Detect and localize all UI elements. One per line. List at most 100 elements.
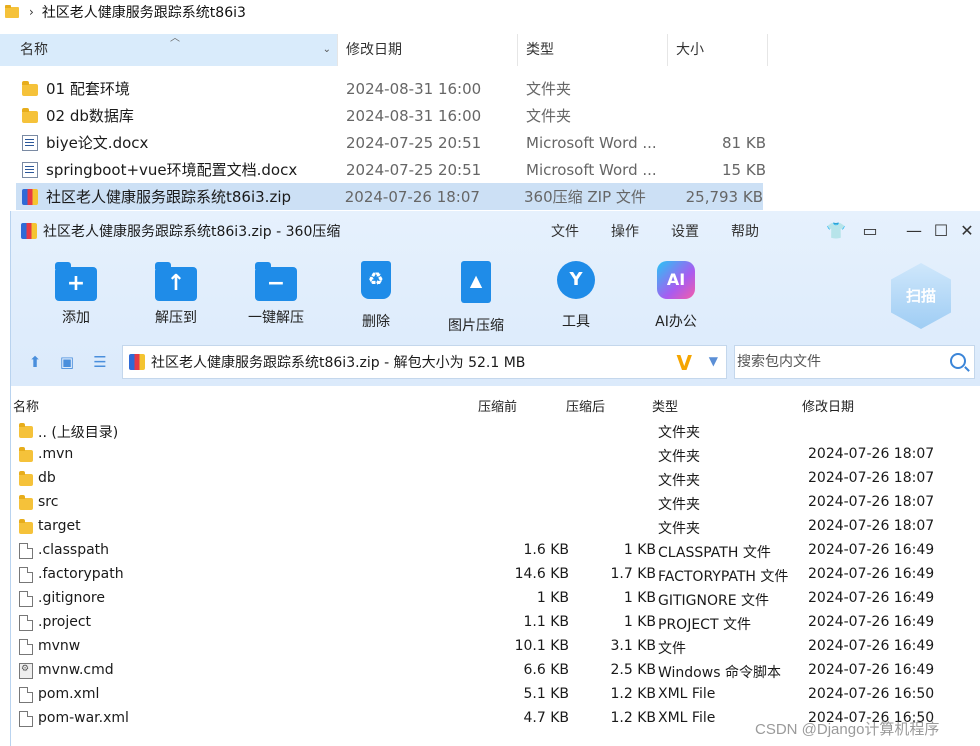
extract-to-button[interactable]: ↑ 解压到 [136, 261, 216, 327]
search-input[interactable] [737, 346, 937, 378]
folder-icon [19, 495, 33, 510]
explorer-address-bar[interactable]: › 社区老人健康服务跟踪系统t86i3 [0, 0, 980, 24]
one-click-extract-button[interactable]: − 一键解压 [236, 261, 316, 327]
explorer-row[interactable]: 02 db数据库 2024-08-31 16:00 文件夹 [16, 102, 766, 129]
archive-cell-type: 文件夹 [658, 473, 700, 489]
file-icon [19, 711, 33, 727]
archive-cell-date: 2024-07-26 16:49 [808, 590, 935, 606]
ai-office-button[interactable]: AI AI办公 [636, 261, 716, 331]
menu-file[interactable]: 文件 [551, 221, 579, 241]
image-compress-button[interactable]: ▲ 图片压缩 [436, 261, 516, 335]
archive-cell-before: 1 KB [536, 590, 569, 606]
archive-cell-name: target [38, 518, 81, 534]
folder-icon [19, 471, 33, 486]
explorer-column-header: ︿ 名称 ⌄ 修改日期 类型 大小 [0, 33, 770, 66]
archive-row[interactable]: mvnw.cmd 6.6 KB 2.5 KBWindows 命令脚本 2024-07-… [11, 659, 980, 683]
tools-button[interactable]: Y 工具 [536, 261, 616, 331]
list-view-icon[interactable]: ☰ [90, 353, 110, 371]
view-icon[interactable]: ▣ [57, 353, 77, 371]
archive-cell-before: 10.1 KB [514, 638, 569, 654]
close-button[interactable]: ✕ [956, 219, 978, 241]
explorer-row[interactable]: 社区老人健康服务跟踪系统t86i3.zip 2024-07-26 18:07 360… [16, 183, 763, 210]
archive-row[interactable]: .. (上级目录) 文件夹 [11, 419, 980, 443]
archive-cell-before: 5.1 KB [523, 686, 570, 702]
explorer-cell-name: 02 db数据库 [46, 107, 134, 125]
column-date[interactable]: 修改日期 [802, 396, 854, 415]
menu-help[interactable]: 帮助 [731, 221, 759, 241]
archive-row[interactable]: .mvn 文件夹 2024-07-26 18:07 [11, 443, 980, 467]
archive-row[interactable]: .gitignore 1 KB 1 KB GITIGNORE 文件 2024-07-26… [11, 587, 980, 611]
archive-row[interactable]: .project 1.1 KB 1 KB PROJECT 文件 2024-07-26 1… [11, 611, 980, 635]
archive-address-bar[interactable]: 社区老人健康服务跟踪系统t86i3.zip - 解包大小为 52.1 MB V … [122, 345, 727, 379]
column-before[interactable]: 压缩前 [478, 396, 517, 415]
explorer-file-list: 01 配套环境 2024-08-31 16:00 文件夹 02 db数据库 2024-0… [16, 75, 766, 210]
column-date[interactable]: 修改日期 [338, 34, 518, 66]
add-icon: + [55, 262, 97, 301]
one-click-extract-label: 一键解压 [248, 310, 304, 326]
sort-up-icon: ︿ [170, 33, 180, 44]
archive-cell-type: GITIGNORE 文件 [658, 593, 770, 609]
explorer-cell-type: Microsoft Word ... [526, 133, 657, 152]
archive-row[interactable]: target 文件夹 2024-07-26 18:07 [11, 515, 980, 539]
column-name-label: 名称 [20, 42, 48, 58]
zip-app-icon [21, 223, 37, 239]
archive-row[interactable]: pom.xml 5.1 KB 1.2 KB XML File 2024-07-26 16… [11, 683, 980, 707]
folder-icon [19, 447, 33, 462]
explorer-cell-type: 文件夹 [526, 107, 572, 125]
column-name[interactable]: ︿ 名称 ⌄ [0, 33, 338, 66]
archive-row[interactable]: db 文件夹 2024-07-26 18:07 [11, 467, 980, 491]
archive-row[interactable]: src 文件夹 2024-07-26 18:07 [11, 491, 980, 515]
explorer-row[interactable]: springboot+vue环境配置文档.docx 2024-07-25 20:5… [16, 156, 766, 183]
archive-cell-date: 2024-07-26 16:49 [808, 638, 935, 654]
archive-cell-type: 文件夹 [658, 521, 700, 537]
menu-settings[interactable]: 设置 [671, 221, 699, 241]
column-after[interactable]: 压缩后 [566, 396, 605, 415]
search-icon[interactable] [950, 353, 966, 369]
explorer-path: 社区老人健康服务跟踪系统t86i3 [41, 5, 246, 21]
archive-cell-name: pom-war.xml [38, 710, 129, 726]
feedback-icon[interactable]: ▭ [859, 219, 881, 241]
archive-cell-after: 1 KB [623, 542, 656, 558]
maximize-button[interactable]: ☐ [930, 219, 952, 241]
extract-to-icon: ↑ [155, 262, 197, 301]
archive-cell-type: 文件夹 [658, 425, 700, 441]
folder-icon [22, 108, 38, 123]
archive-cell-name: .gitignore [38, 590, 105, 606]
delete-button[interactable]: ♻ 删除 [336, 261, 416, 331]
column-type[interactable]: 类型 [652, 396, 678, 415]
dropdown-arrow-icon[interactable]: ▼ [709, 354, 718, 368]
explorer-cell-date: 2024-08-31 16:00 [346, 106, 482, 125]
archive-cell-type: CLASSPATH 文件 [658, 545, 771, 561]
column-name[interactable]: 名称 [13, 396, 39, 415]
archive-row[interactable]: mvnw 10.1 KB 3.1 KB 文件 2024-07-26 16:49 [11, 635, 980, 659]
column-type[interactable]: 类型 [518, 34, 668, 66]
v-logo-icon[interactable]: V [677, 351, 692, 375]
folder-icon [22, 81, 38, 96]
menu-operate[interactable]: 操作 [611, 221, 639, 241]
word-doc-icon [22, 134, 38, 151]
up-arrow-icon[interactable]: ⬆ [25, 353, 45, 371]
chevron-right-icon[interactable]: › [29, 5, 34, 19]
tools-icon: Y [557, 261, 595, 299]
column-size[interactable]: 大小 [668, 34, 768, 66]
ai-office-icon: AI [657, 261, 695, 299]
minimize-button[interactable]: — [903, 219, 925, 241]
skin-icon[interactable]: 👕 [825, 219, 847, 241]
archive-cell-date: 2024-07-26 18:07 [808, 446, 935, 462]
chevron-down-icon[interactable]: ⌄ [323, 34, 331, 66]
archive-row[interactable]: .factorypath 14.6 KB 1.7 KB FACTORYPATH 文件 2… [11, 563, 980, 587]
explorer-row[interactable]: biye论文.docx 2024-07-25 20:51 Microsoft Wor… [16, 129, 766, 156]
add-button[interactable]: + 添加 [36, 261, 116, 327]
folder-icon [19, 423, 33, 438]
explorer-cell-size: 25,793 KB [685, 187, 763, 206]
file-icon [19, 639, 33, 655]
archive-cell-name: mvnw.cmd [38, 662, 114, 678]
explorer-cell-type: 文件夹 [526, 80, 572, 98]
explorer-row[interactable]: 01 配套环境 2024-08-31 16:00 文件夹 [16, 75, 766, 102]
archive-cell-type: 文件夹 [658, 449, 700, 465]
archive-row[interactable]: .classpath 1.6 KB 1 KB CLASSPATH 文件 2024-07-… [11, 539, 980, 563]
scan-button[interactable]: 扫描 [891, 263, 951, 329]
archive-cell-after: 3.1 KB [610, 638, 657, 654]
explorer-cell-date: 2024-07-25 20:51 [346, 133, 482, 152]
ai-office-label: AI办公 [655, 314, 697, 330]
